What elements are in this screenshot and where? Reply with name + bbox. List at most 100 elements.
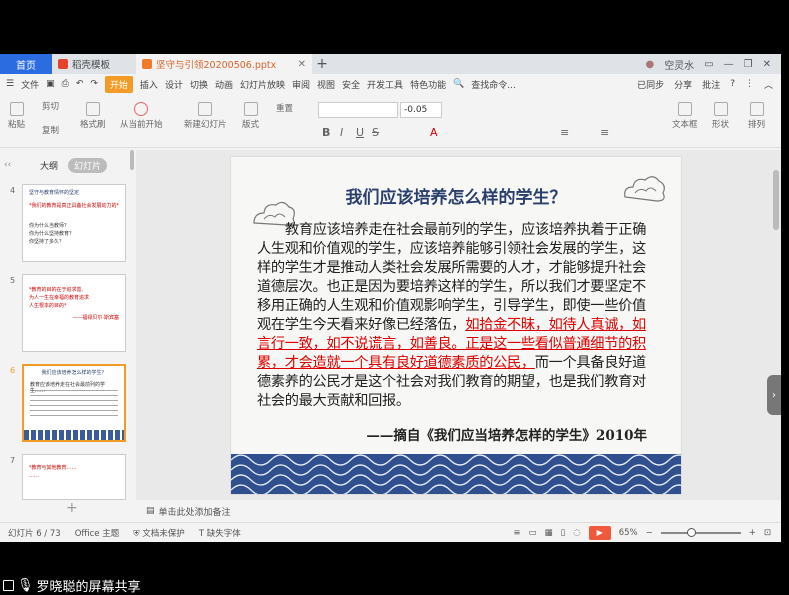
menu-security[interactable]: 安全	[342, 78, 360, 91]
panel-scrollbar[interactable]	[130, 150, 134, 170]
notes-toggle-icon[interactable]: ≡	[513, 528, 520, 538]
redo-icon[interactable]: ↷	[90, 79, 98, 89]
collapse-ribbon-icon[interactable]: ︿	[764, 78, 773, 91]
tab-bar: 首页 稻壳模板 坚守与引领20200506.pptx ✕ + ● 空灵水 ▭ —…	[0, 54, 781, 74]
save-icon[interactable]: ▣	[46, 79, 55, 89]
screen-share-label: 🎙 罗晓聪的屏幕共享	[3, 576, 141, 595]
thumb-line: 人生根本的目的*	[29, 303, 67, 309]
sorter-view-icon[interactable]: ▦	[545, 528, 553, 538]
font-size-input[interactable]: -0.05	[400, 102, 442, 118]
notes-placeholder: 单击此处添加备注	[158, 507, 231, 518]
layout-label: 版式	[242, 120, 260, 130]
undo-icon[interactable]: ↶	[76, 79, 84, 89]
comment-button[interactable]: 批注	[702, 78, 720, 91]
next-arrow-button[interactable]: ›	[767, 375, 781, 415]
canvas-scrollbar[interactable]	[773, 170, 779, 230]
paste-icon	[9, 102, 24, 116]
slide-thumbnail-7[interactable]: *教育与其他教育…… ……	[22, 454, 126, 500]
notes-area[interactable]: ▤ 单击此处添加备注	[136, 502, 781, 520]
collapse-panel-icon[interactable]: ‹‹	[4, 160, 11, 170]
zoom-slider[interactable]	[660, 527, 741, 537]
comment-view-icon[interactable]: ◌	[573, 528, 580, 538]
fit-window-icon[interactable]: ⊡	[764, 528, 771, 538]
new-slide-button[interactable]: 新建幻灯片	[184, 102, 227, 130]
menu-review[interactable]: 审阅	[292, 78, 310, 91]
shape-button[interactable]: 形状	[712, 102, 729, 130]
italic-icon[interactable]: I	[340, 126, 343, 139]
minimize-icon[interactable]: —	[724, 59, 734, 70]
close-tab-icon[interactable]: ✕	[298, 59, 306, 70]
hamburger-icon[interactable]: ☰	[6, 79, 14, 89]
tab-template[interactable]: 稻壳模板	[52, 54, 136, 74]
bold-icon[interactable]: B	[322, 126, 330, 139]
zoom-level[interactable]: 65%	[619, 528, 638, 538]
menu-transition[interactable]: 切换	[190, 78, 208, 91]
format-painter-button[interactable]: 格式刷	[80, 102, 106, 130]
normal-view-icon[interactable]: ▭	[529, 528, 537, 538]
sync-status[interactable]: 已同步	[637, 78, 664, 91]
maximize-icon[interactable]: ❐	[744, 59, 753, 70]
textbox-button[interactable]: 文本框	[672, 102, 698, 130]
menu-insert[interactable]: 插入	[140, 78, 158, 91]
slide-thumbnail-5[interactable]: *教育的目的在于追求善, 为人一生在幸福的教育追求 人生根本的目的* ——福禄贝…	[22, 274, 126, 352]
arrange-button[interactable]: 排列	[748, 102, 765, 130]
menu-view[interactable]: 视图	[317, 78, 335, 91]
font-missing-status[interactable]: T 缺失字体	[199, 527, 241, 539]
font-name-input[interactable]	[318, 102, 398, 118]
panel-tabs: 大纲 幻灯片	[40, 158, 108, 173]
font-color-icon[interactable]: A	[430, 126, 438, 139]
strikethrough-icon[interactable]: S	[372, 126, 379, 139]
zoom-slider-knob[interactable]	[686, 527, 696, 537]
underline-icon[interactable]: U	[356, 126, 364, 139]
menu-file[interactable]: 文件	[21, 78, 39, 91]
thumb-number: 6	[10, 366, 16, 375]
close-window-icon[interactable]: ✕	[763, 59, 771, 70]
protect-status[interactable]: ⛨ 文档未保护	[133, 527, 185, 539]
add-slide-icon[interactable]: +	[66, 500, 78, 516]
print-icon[interactable]: ⎙	[62, 79, 69, 89]
tab-outline[interactable]: 大纲	[40, 159, 58, 172]
paste-button[interactable]: 粘贴	[8, 102, 25, 130]
align-icon[interactable]: ≡	[600, 126, 609, 139]
paste-label: 粘贴	[8, 120, 26, 130]
more-icon[interactable]: ⋮	[745, 79, 754, 89]
play-from-current-button[interactable]: 从当前开始	[120, 102, 163, 130]
menu-animation[interactable]: 动画	[215, 78, 233, 91]
tab-document[interactable]: 坚守与引领20200506.pptx ✕	[136, 54, 312, 74]
menu-design[interactable]: 设计	[165, 78, 183, 91]
help-icon[interactable]: ?	[730, 79, 735, 89]
theme-name[interactable]: Office 主题	[75, 527, 120, 539]
screen-share-text: 罗晓聪的屏幕共享	[36, 580, 141, 595]
menu-start[interactable]: 开始	[104, 75, 133, 93]
search-icon[interactable]: 🔍	[453, 79, 464, 89]
reading-view-icon[interactable]: ▯	[561, 528, 566, 538]
new-tab-button[interactable]: +	[312, 56, 332, 72]
menu-slideshow[interactable]: 幻灯片放映	[240, 78, 285, 91]
share-button[interactable]: 分享	[674, 78, 692, 91]
cut-button[interactable]: 剪切	[42, 100, 59, 112]
play-from-current-label: 从当前开始	[120, 120, 163, 130]
slide-thumbnail-4[interactable]: 坚守与教育情怀的坚定 *我们的教育是真正具备社会发展动力的* 你为什么当教师？ …	[22, 184, 126, 262]
layout-icon[interactable]: ▭	[704, 59, 713, 70]
current-slide[interactable]: 我们应该培养怎么样的学生？ 教育应该培养走在社会最前列的学生，应该培养执着于正确…	[230, 156, 682, 495]
search-command[interactable]: 查找命令...	[471, 78, 516, 91]
tab-document-label: 坚守与引领20200506.pptx	[156, 60, 277, 71]
zoom-out-icon[interactable]: −	[646, 528, 653, 538]
zoom-in-icon[interactable]: +	[749, 528, 756, 538]
font-missing-label: 缺失字体	[206, 528, 241, 539]
user-avatar-icon[interactable]: ●	[645, 59, 654, 70]
layout-button[interactable]: 版式	[242, 102, 259, 130]
copy-button[interactable]: 复制	[42, 124, 59, 136]
slide-thumbnail-6[interactable]: 我们应该培养怎么样的学生？ 教育应该培养走在社会最前列的学生……	[22, 364, 126, 442]
menu-developer[interactable]: 开发工具	[367, 78, 403, 91]
textbox-label: 文本框	[672, 120, 698, 130]
menu-features[interactable]: 特色功能	[410, 78, 446, 91]
thumb-title: 坚守与教育情怀的坚定	[29, 190, 80, 196]
paragraph-icon[interactable]: ≡	[560, 126, 569, 139]
tab-home[interactable]: 首页	[0, 54, 52, 74]
tab-slides[interactable]: 幻灯片	[68, 158, 108, 173]
slideshow-play-button[interactable]: ▶	[588, 525, 611, 540]
user-name[interactable]: 空灵水	[664, 57, 694, 72]
reset-button[interactable]: 重置	[276, 102, 293, 114]
shape-label: 形状	[712, 120, 730, 130]
